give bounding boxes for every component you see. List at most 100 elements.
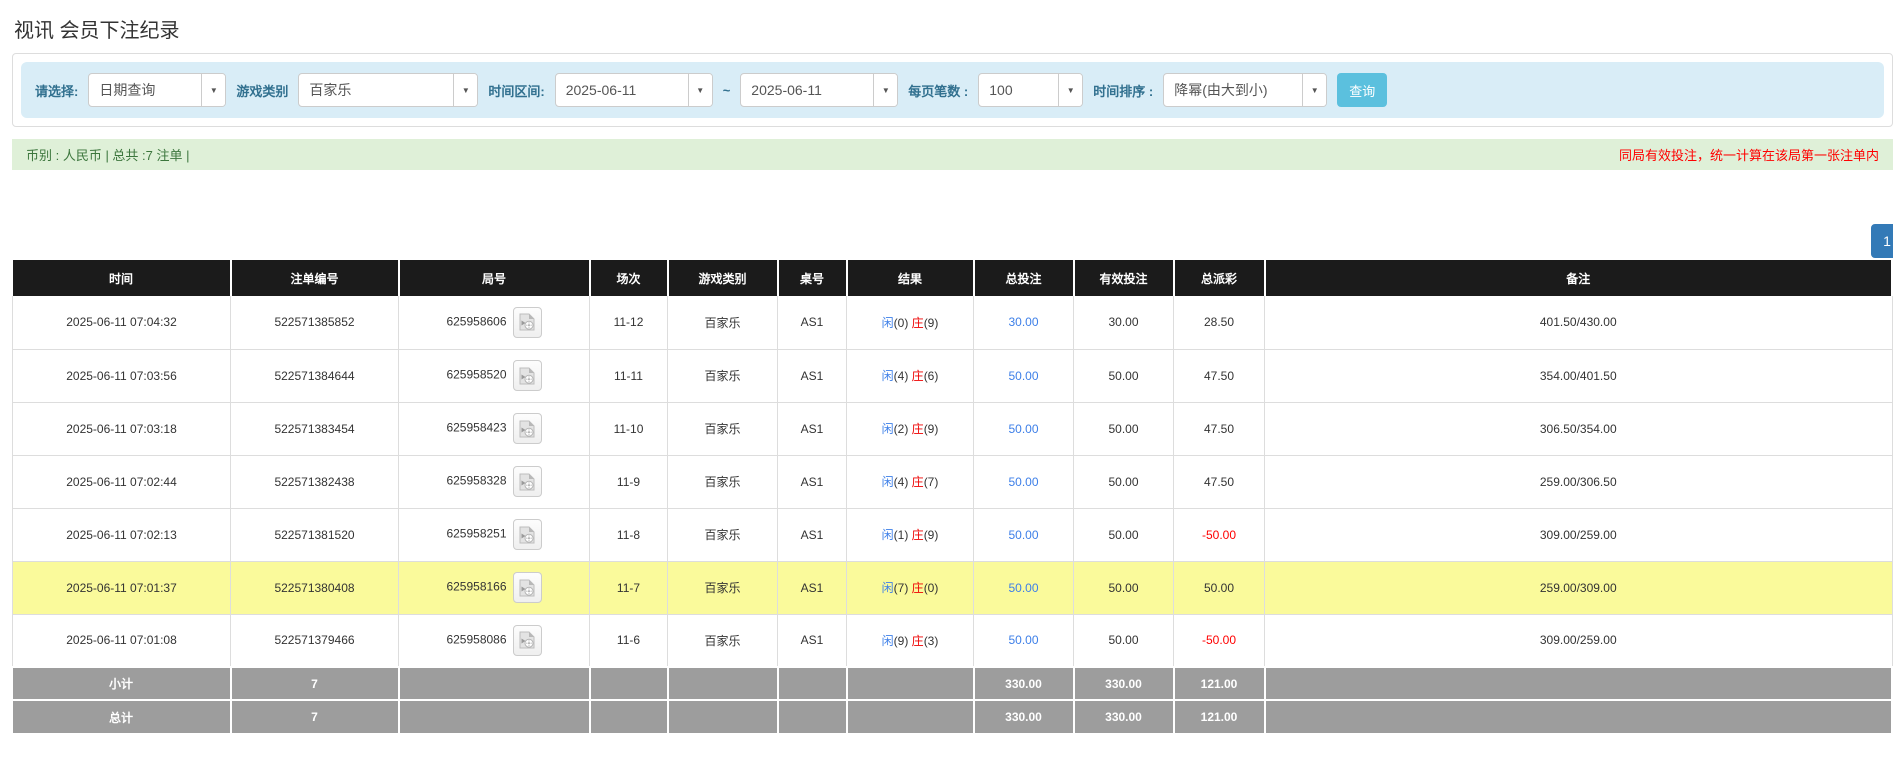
valid-bet-cell: 50.00 [1074, 508, 1174, 561]
result-banker-score: (9) [924, 422, 939, 436]
table-header-row: 时间注单编号局号场次游戏类别桌号结果总投注有效投注总派彩备注 [13, 260, 1893, 296]
remark-cell: 259.00/306.50 [1265, 455, 1893, 508]
column-header: 局号 [399, 260, 590, 296]
result-player-label: 闲 [882, 581, 894, 595]
video-replay-button[interactable] [513, 572, 542, 603]
chevron-down-icon: ▼ [201, 74, 225, 106]
total-bet-link[interactable]: 50.00 [1008, 633, 1038, 647]
video-replay-button[interactable] [513, 466, 542, 497]
payout-value: 28.50 [1204, 315, 1234, 329]
total-bet-cell: 50.00 [974, 402, 1074, 455]
column-header: 总派彩 [1174, 260, 1265, 296]
video-replay-button[interactable] [513, 519, 542, 550]
total-bet-link[interactable]: 50.00 [1008, 528, 1038, 542]
column-header: 总投注 [974, 260, 1074, 296]
game-type-cell: 百家乐 [668, 349, 778, 402]
range-tilde: ~ [723, 83, 731, 98]
round-id-value: 625958328 [446, 474, 506, 488]
total-row: 总计7330.00330.00121.00 [13, 700, 1893, 733]
total-row-cell-3 [590, 700, 668, 733]
game-type-select[interactable]: 百家乐 ▼ [298, 73, 478, 107]
table-no-cell: AS1 [778, 561, 847, 614]
query-type-label: 请选择: [35, 81, 78, 100]
payout-cell: 28.50 [1174, 296, 1265, 349]
sort-order-select[interactable]: 降幂(由大到小) ▼ [1163, 73, 1327, 107]
pagination-page-top[interactable]: 1 [1871, 224, 1893, 258]
column-header: 结果 [847, 260, 974, 296]
per-page-select[interactable]: 100 ▼ [978, 73, 1083, 107]
table-row: 2025-06-11 07:01:08522571379466625958086… [13, 614, 1893, 667]
sort-order-label: 时间排序 : [1093, 81, 1153, 100]
result-player-score: (1) [894, 528, 909, 542]
valid-bet-cell: 50.00 [1074, 614, 1174, 667]
total-bet-cell: 50.00 [974, 508, 1074, 561]
round-id-cell: 625958520 [399, 349, 590, 402]
per-page-label: 每页笔数 : [908, 81, 968, 100]
query-button[interactable]: 查询 [1337, 73, 1387, 107]
video-file-icon [519, 526, 535, 544]
bet-id-cell: 522571383454 [231, 402, 399, 455]
total-bet-cell: 50.00 [974, 614, 1074, 667]
game-type-cell: 百家乐 [668, 455, 778, 508]
video-replay-button[interactable] [513, 413, 542, 444]
result-cell: 闲(4) 庄(7) [847, 455, 974, 508]
chevron-down-icon: ▼ [873, 74, 897, 106]
result-cell: 闲(2) 庄(9) [847, 402, 974, 455]
subtotal-row-cell-9: 121.00 [1174, 667, 1265, 700]
video-replay-button[interactable] [513, 625, 542, 656]
payout-cell: -50.00 [1174, 508, 1265, 561]
result-banker-score: (7) [924, 475, 939, 489]
total-bet-link[interactable]: 50.00 [1008, 475, 1038, 489]
total-bet-link[interactable]: 50.00 [1008, 369, 1038, 383]
payout-cell: 50.00 [1174, 561, 1265, 614]
result-banker-label: 庄 [912, 369, 924, 383]
total-row-cell-7: 330.00 [974, 700, 1074, 733]
bet-id-cell: 522571382438 [231, 455, 399, 508]
video-replay-button[interactable] [513, 307, 542, 338]
filter-panel: 请选择: 日期查询 ▼ 游戏类别 百家乐 ▼ 时间区间: 2025-06-11 … [12, 53, 1893, 127]
sort-order-value: 降幂(由大到小) [1164, 74, 1302, 106]
query-type-select[interactable]: 日期查询 ▼ [88, 73, 226, 107]
total-row-cell-4 [668, 700, 778, 733]
column-header: 桌号 [778, 260, 847, 296]
chevron-down-icon: ▼ [1302, 74, 1326, 106]
total-row-cell-1: 7 [231, 700, 399, 733]
result-banker-score: (9) [924, 528, 939, 542]
result-cell: 闲(9) 庄(3) [847, 614, 974, 667]
session-cell: 11-10 [590, 402, 668, 455]
round-id-cell: 625958606 [399, 296, 590, 349]
date-from-select[interactable]: 2025-06-11 ▼ [555, 73, 713, 107]
result-banker-score: (9) [924, 316, 939, 330]
bet-id-cell: 522571384644 [231, 349, 399, 402]
table-no-cell: AS1 [778, 508, 847, 561]
table-row: 2025-06-11 07:02:44522571382438625958328… [13, 455, 1893, 508]
total-bet-link[interactable]: 50.00 [1008, 581, 1038, 595]
game-type-cell: 百家乐 [668, 508, 778, 561]
video-replay-button[interactable] [513, 360, 542, 391]
column-header: 时间 [13, 260, 231, 296]
table-row: 2025-06-11 07:02:13522571381520625958251… [13, 508, 1893, 561]
date-to-select[interactable]: 2025-06-11 ▼ [740, 73, 898, 107]
bet-id-cell: 522571385852 [231, 296, 399, 349]
valid-bet-cell: 50.00 [1074, 561, 1174, 614]
column-header: 场次 [590, 260, 668, 296]
time-cell: 2025-06-11 07:02:13 [13, 508, 231, 561]
round-id-value: 625958086 [446, 632, 506, 646]
subtotal-row-cell-10 [1265, 667, 1893, 700]
total-bet-link[interactable]: 30.00 [1008, 315, 1038, 329]
summary-bar: 币别 : 人民币 | 总共 :7 注单 | 同局有效投注，统一计算在该局第一张注… [12, 139, 1893, 170]
session-cell: 11-8 [590, 508, 668, 561]
column-header: 备注 [1265, 260, 1893, 296]
session-cell: 11-12 [590, 296, 668, 349]
result-player-label: 闲 [882, 528, 894, 542]
payout-value: 47.50 [1204, 475, 1234, 489]
table-row: 2025-06-11 07:03:18522571383454625958423… [13, 402, 1893, 455]
remark-cell: 306.50/354.00 [1265, 402, 1893, 455]
records-tbody: 2025-06-11 07:04:32522571385852625958606… [13, 296, 1893, 733]
video-file-icon [519, 473, 535, 491]
result-player-label: 闲 [882, 422, 894, 436]
payout-value: -50.00 [1202, 633, 1236, 647]
remark-cell: 354.00/401.50 [1265, 349, 1893, 402]
total-bet-link[interactable]: 50.00 [1008, 422, 1038, 436]
payout-cell: 47.50 [1174, 349, 1265, 402]
